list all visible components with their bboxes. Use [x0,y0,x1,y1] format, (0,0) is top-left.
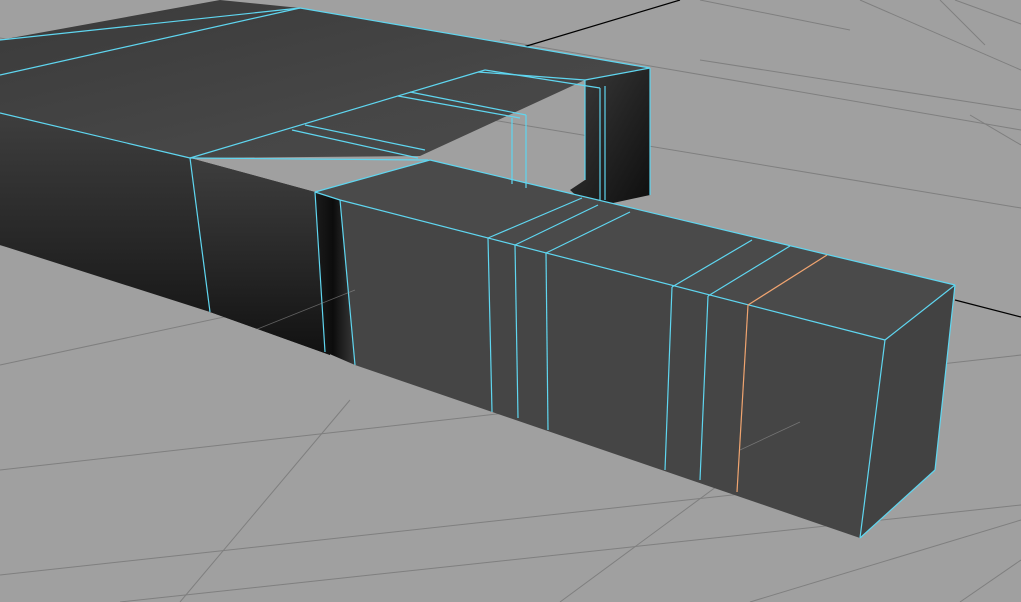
viewport-3d[interactable] [0,0,1021,602]
scene-canvas[interactable] [0,0,1021,602]
